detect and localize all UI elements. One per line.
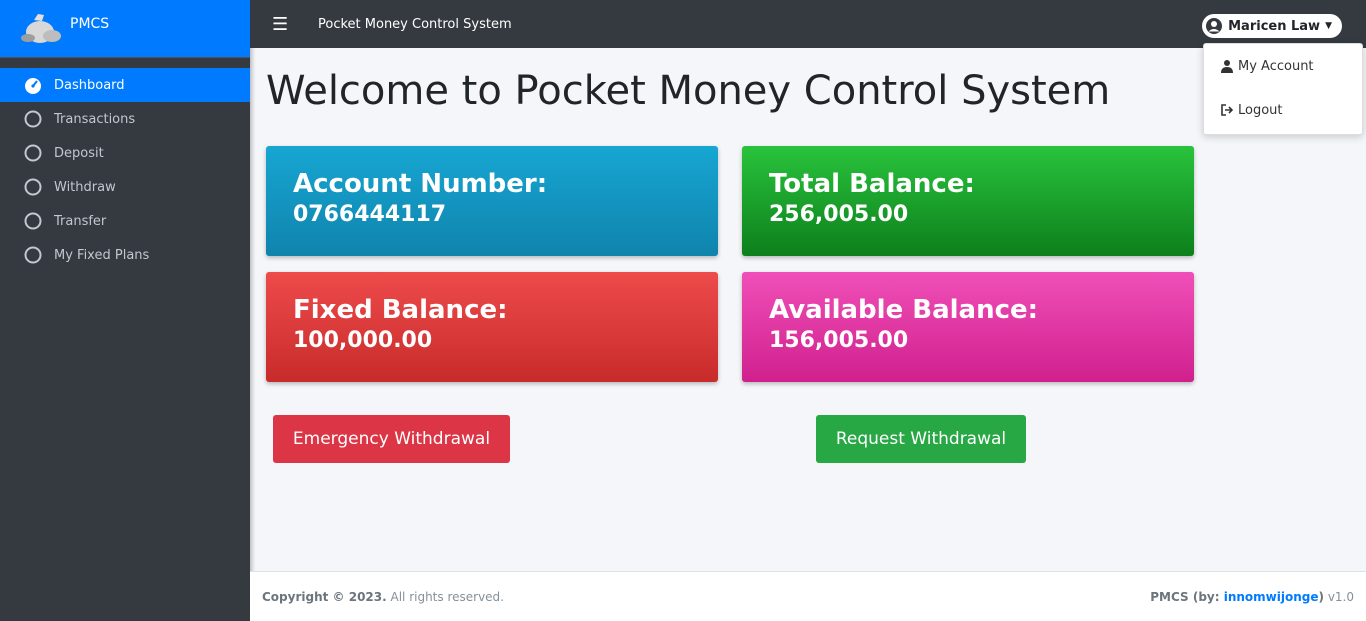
main-content: Welcome to Pocket Money Control System A…	[250, 48, 1366, 571]
brand-text: PMCS	[70, 16, 110, 32]
sidebar-item-my-fixed-plans[interactable]: My Fixed Plans	[0, 238, 250, 272]
circle-icon	[24, 144, 42, 162]
sidebar: PMCS Dashboard Transactions Deposit With…	[0, 0, 250, 621]
card-label: Fixed Balance:	[293, 295, 508, 325]
sidebar-item-label: Dashboard	[54, 77, 125, 93]
version-text: v1.0	[1324, 589, 1354, 604]
sidebar-item-transfer[interactable]: Transfer	[0, 204, 250, 238]
sidebar-item-deposit[interactable]: Deposit	[0, 136, 250, 170]
author-link[interactable]: innomwijonge	[1224, 590, 1319, 604]
footer-credits: PMCS (by: innomwijonge) v1.0	[1150, 590, 1354, 604]
rights-text: All rights reserved.	[386, 589, 505, 604]
sidebar-item-label: Deposit	[54, 145, 104, 161]
card-label: Available Balance:	[769, 295, 1039, 325]
card-value: 156,005.00	[769, 328, 909, 353]
sidebar-item-dashboard[interactable]: Dashboard	[0, 68, 250, 102]
card-value: 100,000.00	[293, 328, 433, 353]
footer: Copyright © 2023. All rights reserved. P…	[250, 571, 1366, 621]
brand-link[interactable]: PMCS	[0, 0, 250, 58]
sidebar-item-label: Transactions	[54, 111, 136, 127]
circle-icon	[24, 246, 42, 264]
user-name: Maricen Law	[1228, 18, 1321, 34]
fixed-balance-card: Fixed Balance: 100,000.00	[266, 272, 718, 382]
money-bag-icon	[21, 14, 61, 43]
circle-icon	[24, 110, 42, 128]
sidebar-item-label: Withdraw	[54, 179, 116, 195]
navbar-title: Pocket Money Control System	[318, 16, 512, 32]
sidebar-item-label: Transfer	[54, 213, 107, 229]
card-value: 0766444117	[293, 202, 447, 227]
available-balance-card: Available Balance: 156,005.00	[742, 272, 1194, 382]
avatar-icon	[1206, 18, 1223, 34]
card-label: Total Balance:	[769, 169, 975, 199]
card-value: 256,005.00	[769, 202, 909, 227]
page-title: Welcome to Pocket Money Control System	[266, 68, 1111, 114]
circle-icon	[24, 178, 42, 196]
sidebar-nav: Dashboard Transactions Deposit Withdraw …	[0, 68, 250, 272]
user-menu-button[interactable]: Maricen Law ▼	[1202, 14, 1342, 38]
card-label: Account Number:	[293, 169, 548, 199]
top-navbar: ☰ Pocket Money Control System Maricen La…	[250, 0, 1366, 48]
footer-copyright: Copyright © 2023. All rights reserved.	[262, 590, 504, 604]
sidebar-item-withdraw[interactable]: Withdraw	[0, 170, 250, 204]
sidebar-item-transactions[interactable]: Transactions	[0, 102, 250, 136]
sidebar-item-label: My Fixed Plans	[54, 247, 150, 263]
total-balance-card: Total Balance: 256,005.00	[742, 146, 1194, 256]
dashboard-icon	[25, 78, 41, 94]
app-credit: PMCS (by:	[1150, 589, 1224, 604]
emergency-withdrawal-button[interactable]: Emergency Withdrawal	[273, 415, 510, 463]
account-number-card: Account Number: 0766444117	[266, 146, 718, 256]
request-withdrawal-button[interactable]: Request Withdrawal	[816, 415, 1026, 463]
hamburger-icon[interactable]: ☰	[272, 14, 290, 35]
circle-icon	[24, 212, 42, 230]
chevron-down-icon: ▼	[1325, 21, 1332, 31]
copyright-text: Copyright © 2023.	[262, 589, 387, 604]
